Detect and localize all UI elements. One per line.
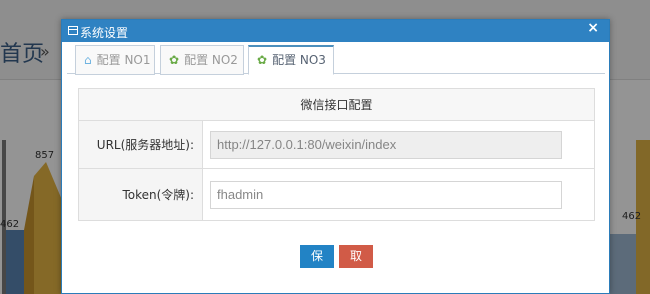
window-icon [68,26,78,35]
table-row: Token(令牌): [78,168,595,221]
config-table-heading: 微信接口配置 [78,88,595,121]
config-tabs: ⌂ 配置 NO1 ✿ 配置 NO2 ✿ 配置 NO3 [67,42,605,75]
dialog-title: 系统设置 [80,26,129,40]
tab-label: 配置 NO3 [272,53,326,67]
close-icon[interactable]: × [587,20,599,36]
url-field[interactable] [210,130,562,159]
dialog-titlebar[interactable]: 系统设置 × [62,20,609,42]
table-row: URL(服务器地址): [78,120,595,169]
gear-icon: ✿ [257,53,268,67]
tab-config-no2[interactable]: ✿ 配置 NO2 [160,45,244,75]
home-icon: ⌂ [84,53,92,67]
tab-config-no1[interactable]: ⌂ 配置 NO1 [75,45,155,75]
tab-label: 配置 NO2 [184,53,238,67]
settings-dialog: 系统设置 × ⌂ 配置 NO1 ✿ 配置 NO2 ✿ 配置 NO3 微信接口配置 UR… [61,19,610,294]
token-field[interactable] [210,180,562,209]
url-label: URL(服务器地址): [78,120,203,169]
token-label: Token(令牌): [78,168,203,221]
save-button[interactable]: 保存 [300,245,334,286]
cancel-button[interactable]: 取消 [339,245,373,286]
tab-config-no3[interactable]: ✿ 配置 NO3 [248,45,334,75]
wechat-config-table: 微信接口配置 URL(服务器地址): Token(令牌): [78,88,595,221]
gear-icon: ✿ [169,53,180,67]
tab-label: 配置 NO1 [96,53,151,67]
